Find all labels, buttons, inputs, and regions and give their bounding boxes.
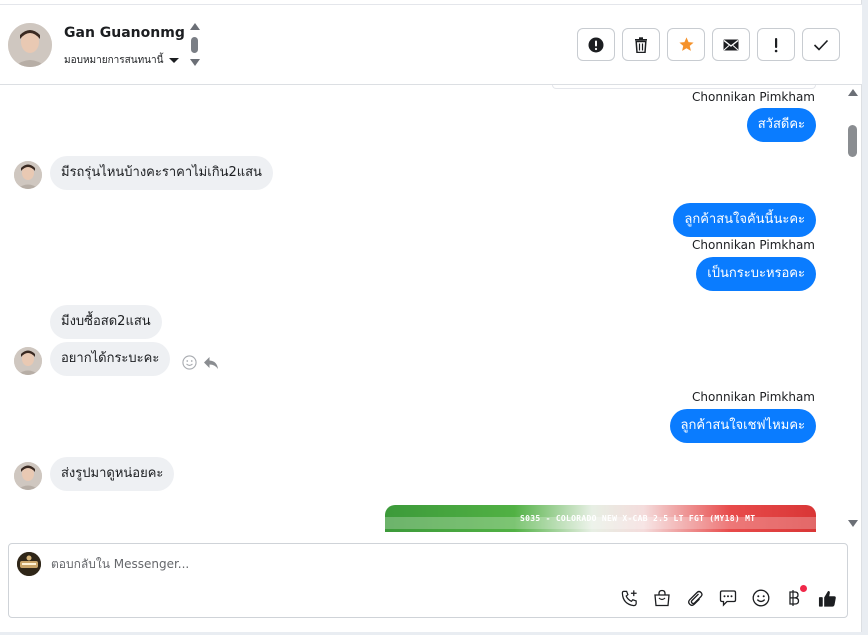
messenger-conversation-panel: Gan Guanonmg มอบหมายการสนทนานี้ Chonnika…	[0, 0, 862, 632]
scroll-down-icon[interactable]	[190, 59, 200, 66]
assign-conversation-label: มอบหมายการสนทนานี้	[64, 55, 164, 66]
incoming-message[interactable]: มีงบซื้อสด2แสน	[50, 305, 162, 339]
contact-avatar-small	[14, 347, 42, 375]
message-sender-name: Chonnikan Pimkham	[692, 238, 815, 252]
payment-button[interactable]	[784, 585, 807, 608]
delete-button[interactable]	[622, 28, 660, 61]
send-like-button[interactable]	[817, 588, 837, 608]
emoji-button[interactable]	[751, 588, 771, 608]
smiley-icon	[752, 589, 770, 607]
trash-icon	[635, 36, 647, 53]
notification-dot	[800, 585, 807, 592]
envelope-icon	[723, 39, 739, 50]
contact-avatar[interactable]	[8, 23, 52, 67]
reply-arrow-icon[interactable]	[203, 356, 219, 370]
incoming-message[interactable]: อยากได้กระบะคะ	[50, 342, 171, 376]
header-scroll-thumb[interactable]	[191, 37, 198, 53]
scroll-down-icon[interactable]	[848, 520, 858, 527]
message-hover-actions	[182, 355, 219, 370]
attach-file-button[interactable]	[685, 588, 705, 608]
add-call-icon	[621, 589, 637, 606]
scroll-up-icon[interactable]	[190, 23, 200, 30]
exclamation-icon	[774, 37, 778, 52]
saved-replies-button[interactable]	[718, 588, 738, 608]
contact-avatar-small	[14, 462, 42, 490]
outgoing-message[interactable]: ลูกค้าสนใจเชฟไหมคะ	[669, 409, 816, 443]
alert-circle-icon	[588, 37, 604, 52]
message-sender-name: Chonnikan Pimkham	[692, 90, 815, 104]
scroll-up-icon[interactable]	[848, 89, 858, 96]
attachment-caption: S035 - COLORADO NEW X-CAB 2.5 LT FGT (MY…	[520, 514, 756, 523]
outgoing-message[interactable]: ลูกค้าสนใจคันนี้นะคะ	[673, 203, 816, 237]
thread-scrollbar[interactable]	[846, 85, 860, 532]
mark-done-button[interactable]	[802, 28, 840, 61]
incoming-message[interactable]: มีรถรุ่นไหนบ้างคะราคาไม่เกิน2แสน	[50, 156, 273, 190]
outgoing-message[interactable]: เป็นกระบะหรอคะ	[696, 257, 816, 291]
baht-icon	[789, 590, 800, 606]
contact-avatar-small	[14, 161, 42, 189]
conversation-header: Gan Guanonmg มอบหมายการสนทนานี้	[0, 4, 862, 85]
assign-conversation-dropdown[interactable]: มอบหมายการสนทนานี้	[64, 53, 180, 68]
mark-unread-button[interactable]	[712, 28, 750, 61]
shopping-bag-icon	[654, 589, 670, 607]
mark-important-button[interactable]	[757, 28, 795, 61]
incoming-message[interactable]: ส่งรูปมาดูหน่อยคะ	[50, 457, 175, 491]
header-scroll-control[interactable]	[189, 23, 201, 69]
outgoing-message[interactable]: สวัสดีคะ	[746, 108, 816, 142]
contact-name[interactable]: Gan Guanonmg	[64, 25, 185, 41]
caret-down-icon	[169, 58, 180, 63]
conversation-toolbar	[577, 28, 840, 61]
speech-bubble-icon	[719, 590, 737, 607]
message-sender-name: Chonnikan Pimkham	[692, 390, 815, 404]
page-avatar	[17, 552, 41, 576]
message-thread[interactable]: Chonnikan Pimkham สวัสดีคะ มีรถรุ่นไหนบ้…	[0, 85, 846, 532]
image-attachment[interactable]: S035 - COLORADO NEW X-CAB 2.5 LT FGT (MY…	[385, 505, 816, 532]
reply-input[interactable]	[51, 554, 611, 574]
add-call-button[interactable]	[619, 588, 639, 608]
shop-button[interactable]	[652, 588, 672, 608]
add-reaction-icon[interactable]	[182, 355, 197, 370]
star-icon	[678, 37, 694, 51]
composer-tools	[619, 585, 837, 608]
paperclip-icon	[688, 590, 703, 607]
reply-composer	[8, 543, 848, 618]
thread-scroll-thumb[interactable]	[848, 125, 857, 157]
thumbs-up-icon	[818, 590, 836, 607]
mark-spam-button[interactable]	[577, 28, 615, 61]
previous-message-edge	[552, 85, 816, 89]
check-icon	[813, 39, 829, 51]
star-button[interactable]	[667, 28, 705, 61]
